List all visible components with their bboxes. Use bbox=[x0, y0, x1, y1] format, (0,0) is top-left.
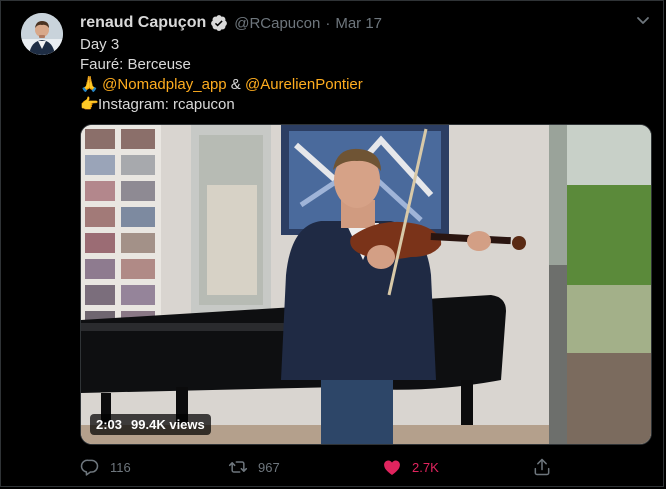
separator-dot: · bbox=[325, 14, 331, 32]
instagram-text: Instagram: rcapucon bbox=[98, 96, 235, 113]
like-button[interactable]: 2.7K bbox=[382, 456, 439, 478]
avatar-image bbox=[21, 13, 63, 55]
share-icon bbox=[534, 458, 550, 476]
heart-icon bbox=[384, 460, 400, 475]
tweet-line: Fauré: Berceuse bbox=[80, 56, 191, 73]
tweet-actions: 116 967 2.7K bbox=[80, 456, 560, 478]
tweet-line: 🙏 @Nomadplay_app & @AurelienPontier bbox=[80, 75, 640, 95]
display-name[interactable]: renaud Capuçon bbox=[80, 14, 206, 32]
retweet-button[interactable]: 967 bbox=[228, 456, 280, 478]
retweet-icon bbox=[228, 461, 248, 473]
verified-badge-icon bbox=[211, 15, 228, 31]
video-badge: 2:03 99.4K views bbox=[90, 414, 211, 435]
avatar[interactable] bbox=[21, 13, 63, 55]
video-duration: 2:03 bbox=[96, 417, 123, 432]
tweet-card: renaud Capuçon @RCapucon · Mar 17 Day 3 … bbox=[0, 0, 664, 487]
reply-icon bbox=[80, 459, 99, 476]
tweet-text: Day 3 Fauré: Berceuse 🙏 @Nomadplay_app &… bbox=[80, 35, 640, 115]
video-player[interactable]: 2:03 99.4K views bbox=[80, 124, 652, 445]
like-count: 2.7K bbox=[412, 459, 439, 475]
pointing-hand-emoji-icon: 👉 bbox=[80, 96, 99, 113]
tweet-header: renaud Capuçon @RCapucon · Mar 17 bbox=[80, 13, 382, 33]
mention-link[interactable]: @Nomadplay_app bbox=[102, 76, 226, 93]
share-button[interactable] bbox=[532, 456, 552, 478]
user-handle[interactable]: @RCapucon bbox=[234, 15, 320, 32]
video-frame bbox=[81, 125, 651, 444]
tweet-line: 👉Instagram: rcapucon bbox=[80, 95, 640, 115]
tweet-date[interactable]: Mar 17 bbox=[335, 15, 382, 32]
video-views: 99.4K views bbox=[131, 417, 205, 432]
conjunction-text: & bbox=[226, 76, 245, 93]
tweet-line: Day 3 bbox=[80, 36, 120, 53]
folded-hands-emoji-icon: 🙏 bbox=[80, 76, 99, 93]
mention-link[interactable]: @AurelienPontier bbox=[245, 76, 363, 93]
reply-count: 116 bbox=[110, 459, 131, 475]
retweet-count: 967 bbox=[258, 459, 280, 475]
chevron-down-icon[interactable] bbox=[631, 11, 655, 31]
reply-button[interactable]: 116 bbox=[80, 456, 131, 478]
